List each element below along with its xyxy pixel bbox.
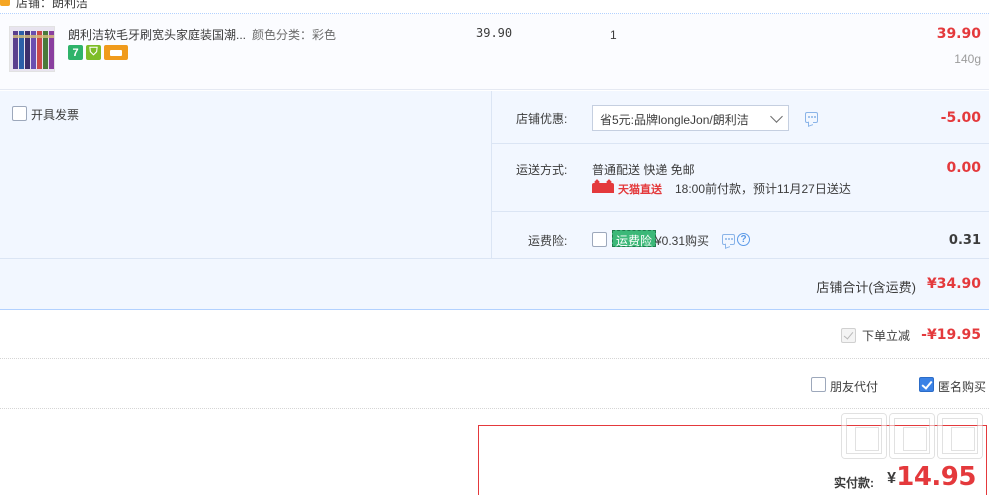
- message-icon[interactable]: [722, 234, 735, 245]
- message-icon[interactable]: [805, 112, 818, 123]
- product-sku: 颜色分类：彩色: [252, 28, 337, 42]
- friend-pay-checkbox[interactable]: [811, 377, 826, 392]
- tmall-direct-logo: 天猫直送: [592, 181, 672, 196]
- instant-discount-label: 下单立减: [862, 329, 911, 343]
- invoice-checkbox[interactable]: [12, 106, 27, 121]
- insurance-price: ¥0.31购买: [655, 234, 710, 248]
- service-badges: 7 ⛉: [68, 45, 128, 61]
- instant-discount-value: -¥19.95: [921, 327, 981, 343]
- friend-pay-label: 朋友代付: [830, 380, 879, 394]
- shop-total-label: 店铺合计(含运费): [816, 280, 916, 295]
- anonymous-checkbox[interactable]: [919, 377, 934, 392]
- watermark-glyph: [938, 414, 982, 458]
- help-icon[interactable]: ?: [737, 233, 750, 246]
- guarantee-shield-icon[interactable]: ⛉: [86, 45, 101, 60]
- shop-total-value: ¥34.90: [926, 276, 981, 292]
- chevron-down-icon: [770, 110, 783, 123]
- credit-card-icon[interactable]: [104, 45, 128, 60]
- panel-divider: [491, 91, 492, 259]
- watermark-glyph: [842, 414, 886, 458]
- product-thumbnail[interactable]: [9, 26, 55, 72]
- quantity: 1: [610, 28, 617, 42]
- currency-symbol: ¥: [887, 470, 896, 487]
- shop-icon: [0, 0, 10, 6]
- shop-discount-amount: -5.00: [940, 110, 981, 126]
- site-watermark: [842, 414, 984, 464]
- item-weight: 140g: [954, 52, 981, 66]
- shipping-label: 运送方式:: [516, 163, 568, 177]
- order-options-panel: 开具发票 店铺优惠: 省5元:品牌longleJon/朗利洁 -5.00 运送方…: [0, 91, 989, 310]
- row-divider: [491, 211, 989, 212]
- row-divider: [0, 258, 989, 259]
- invoice-label: 开具发票: [31, 108, 80, 122]
- shipping-eta: 18:00前付款，预计11月27日送达: [675, 182, 851, 196]
- product-title[interactable]: 朗利洁软毛牙刷宽头家庭装国潮...: [68, 26, 246, 43]
- watermark-glyph: [890, 414, 934, 458]
- shop-header-strip: 店铺：朗利洁: [0, 0, 989, 14]
- instant-discount-checkbox: [841, 328, 856, 343]
- shop-discount-select[interactable]: 省5元:品牌longleJon/朗利洁: [592, 105, 789, 131]
- payment-label: 实付款:: [834, 476, 874, 490]
- shop-discount-label: 店铺优惠:: [516, 112, 568, 126]
- buyer-options-row: 朋友代付 匿名购买: [0, 360, 989, 409]
- anonymous-label: 匿名购买: [938, 380, 987, 394]
- shop-title: 店铺：朗利洁: [16, 0, 89, 10]
- item-subtotal: 39.90: [936, 26, 981, 42]
- shipping-method: 普通配送 快递 免邮: [592, 163, 695, 177]
- instant-discount-row: 下单立减 -¥19.95: [0, 311, 989, 359]
- insurance-label: 运费险:: [528, 234, 568, 248]
- shop-discount-selected: 省5元:品牌longleJon/朗利洁: [600, 113, 749, 127]
- tmall-cat-icon: [592, 183, 614, 193]
- order-item-row: 朗利洁软毛牙刷宽头家庭装国潮... 颜色分类：彩色 7 ⛉ 39.90 1 39…: [0, 14, 989, 90]
- insurance-tag: 运费险: [612, 230, 657, 248]
- payment-total: 14.95: [896, 462, 976, 492]
- row-divider: [491, 143, 989, 144]
- tmall-direct-label: 天猫直送: [618, 184, 662, 196]
- unit-price: 39.90: [476, 26, 513, 40]
- seven-day-return-icon[interactable]: 7: [68, 45, 83, 60]
- shipping-amount: 0.00: [946, 160, 981, 176]
- insurance-checkbox[interactable]: [592, 232, 607, 247]
- insurance-amount: 0.31: [948, 233, 981, 248]
